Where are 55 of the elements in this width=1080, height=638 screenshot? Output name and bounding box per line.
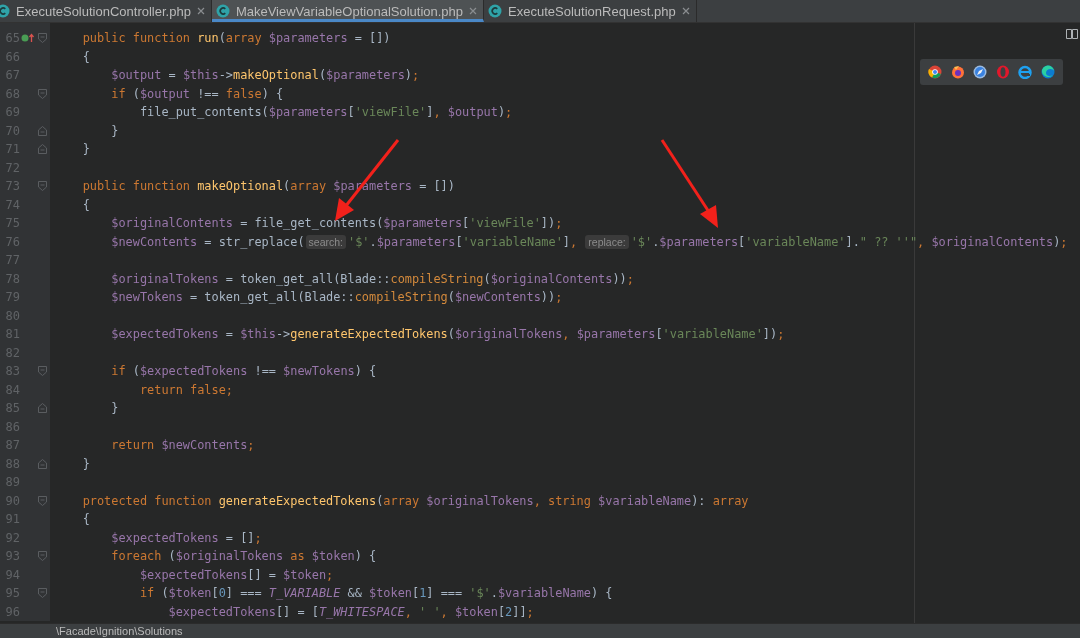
fold-icon[interactable] bbox=[37, 181, 47, 192]
code-text: } bbox=[81, 456, 90, 471]
code-text: foreach ($originalTokens as $token) { bbox=[110, 549, 377, 564]
code-text: } bbox=[81, 142, 90, 157]
code-text: $expectedTokens = $this->generateExpectedTokens($originalTokens, $parameters['variableName']); bbox=[110, 327, 785, 342]
fold-icon[interactable] bbox=[37, 33, 47, 44]
fold-icon[interactable] bbox=[37, 458, 47, 469]
close-icon[interactable] bbox=[681, 7, 690, 15]
code-text: } bbox=[110, 123, 119, 138]
browser-icon[interactable] bbox=[950, 65, 965, 79]
code-text: '$'.$parameters['variableName'], bbox=[348, 234, 579, 249]
code-text: $newTokens = token_get_all(Blade::compileString($newContents)); bbox=[110, 290, 563, 305]
override-marker-icon[interactable] bbox=[21, 33, 35, 44]
code-text: $newContents = str_replace( bbox=[110, 234, 305, 249]
code-text: $originalTokens = token_get_all(Blade::compileString($originalContents)); bbox=[110, 271, 634, 286]
fold-icon[interactable] bbox=[37, 588, 47, 599]
breadcrumb-path[interactable]: \Facade\Ignition\Solutions bbox=[56, 625, 183, 637]
code-text: } bbox=[110, 401, 119, 416]
code-text: return $newContents; bbox=[110, 438, 255, 453]
code-text: $output = $this->makeOptional($parameters); bbox=[110, 68, 420, 83]
code-text: { bbox=[81, 49, 90, 64]
close-icon[interactable] bbox=[196, 7, 205, 15]
code-text: { bbox=[81, 512, 90, 527]
browser-icon[interactable] bbox=[973, 65, 988, 79]
code-text: public function run(array $parameters = []) bbox=[81, 31, 391, 46]
browser-icon[interactable] bbox=[928, 65, 943, 79]
parameter-hint: search: bbox=[305, 234, 346, 249]
fold-icon[interactable] bbox=[37, 403, 47, 414]
code-text: $originalContents = file_get_contents($parameters['viewFile']); bbox=[110, 216, 563, 231]
fold-icon[interactable] bbox=[37, 551, 47, 562]
fold-icon[interactable] bbox=[37, 366, 47, 377]
code-text: file_put_contents($parameters['viewFile'], $output); bbox=[138, 105, 513, 120]
code-text: return false; bbox=[138, 382, 233, 397]
code-text: '$'.$parameters['variableName']." ?? ''", $originalContents); bbox=[630, 234, 1068, 249]
code-text: $expectedTokens = []; bbox=[110, 530, 262, 545]
close-icon[interactable] bbox=[469, 7, 478, 15]
code-text: protected function generateExpectedTokens(array $originalTokens, string $variableName): array bbox=[81, 493, 749, 508]
class-icon bbox=[215, 4, 230, 18]
code-text: { bbox=[81, 197, 90, 212]
fold-icon[interactable] bbox=[37, 125, 47, 136]
book-icon[interactable] bbox=[1066, 29, 1078, 39]
fold-icon[interactable] bbox=[37, 88, 47, 99]
editor-tab[interactable]: ExecuteSolutionController.php bbox=[0, 0, 212, 22]
editor-tab[interactable]: MakeViewVariableOptionalSolution.php bbox=[211, 0, 485, 22]
code-text: $expectedTokens[] = $token; bbox=[138, 567, 334, 582]
code-text: if ($token[0] === T_VARIABLE && $token[1] === '$'.$variableName) { bbox=[138, 586, 613, 601]
class-icon bbox=[0, 4, 10, 18]
browser-icon[interactable] bbox=[1040, 65, 1055, 79]
code-text: if ($expectedTokens !== $newTokens) { bbox=[110, 364, 377, 379]
parameter-hint: replace: bbox=[585, 234, 629, 249]
code-text: $expectedTokens[] = [T_WHITESPACE, ' ', $token[2]]; bbox=[167, 604, 534, 619]
fold-icon[interactable] bbox=[37, 495, 47, 506]
class-icon bbox=[488, 4, 503, 18]
code-text: if ($output !== false) { bbox=[110, 86, 284, 101]
fold-icon[interactable] bbox=[37, 144, 47, 155]
